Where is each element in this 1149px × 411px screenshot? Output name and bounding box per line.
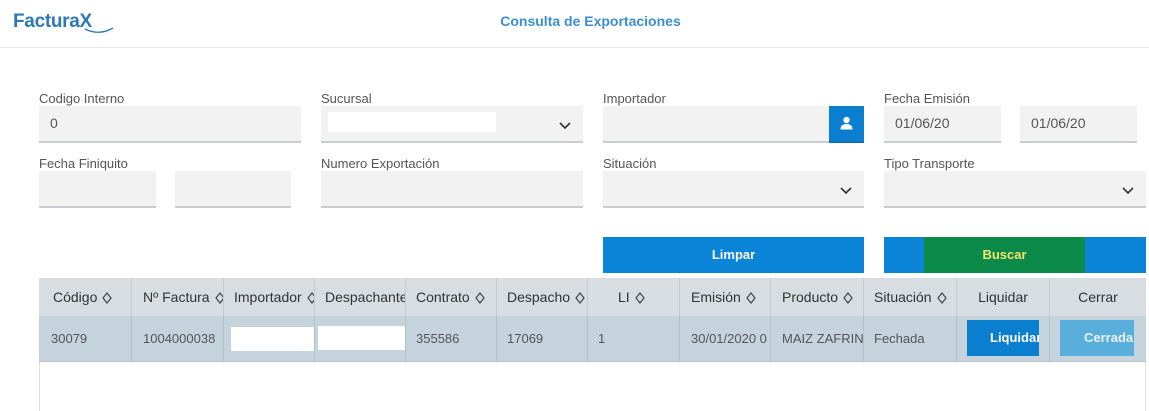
fecha-finiquito-to-input[interactable] <box>175 171 291 208</box>
cell-contrato: 355586 <box>406 316 497 362</box>
fecha-emision-label: Fecha Emisión <box>884 91 970 106</box>
column-header-contrato[interactable]: Contrato <box>406 278 497 316</box>
column-header-situacion[interactable]: Situación <box>864 278 957 316</box>
sort-icon <box>936 292 947 305</box>
numero-exportacion-label: Numero Exportación <box>321 156 440 171</box>
codigo-interno-input[interactable]: 0 <box>39 106 301 143</box>
chevron-down-icon <box>559 122 571 130</box>
cell-importador-value <box>231 327 314 351</box>
fecha-finiquito-label: Fecha Finiquito <box>39 156 128 171</box>
liquidar-button[interactable]: Liquidar <box>967 320 1039 356</box>
cell-despachante <box>315 316 406 362</box>
importador-label: Importador <box>603 91 666 106</box>
cell-despachante-value <box>318 326 405 350</box>
column-header-factura[interactable]: Nº Factura <box>132 278 224 316</box>
codigo-interno-label: Codigo Interno <box>39 91 125 106</box>
sort-icon <box>843 292 853 305</box>
cerrada-button[interactable]: Cerrada <box>1060 320 1134 356</box>
sucursal-selected-value <box>328 112 496 132</box>
numero-exportacion-input[interactable] <box>321 171 583 208</box>
cell-codigo: 30079 <box>39 316 132 362</box>
column-header-emision[interactable]: Emisión <box>680 278 771 316</box>
fecha-emision-from-input[interactable]: 01/06/20 <box>884 106 1001 143</box>
sucursal-select[interactable] <box>321 106 583 143</box>
column-header-despachante[interactable]: Despachante <box>315 278 406 316</box>
situacion-select[interactable] <box>603 171 864 208</box>
column-header-importador[interactable]: Importador <box>224 278 315 316</box>
sort-icon <box>306 292 314 305</box>
importador-input[interactable] <box>603 106 829 143</box>
fecha-emision-to-input[interactable]: 01/06/20 <box>1020 106 1137 143</box>
buscar-button[interactable]: Buscar <box>924 237 1085 273</box>
chevron-down-icon <box>840 187 852 195</box>
sort-icon <box>214 292 223 305</box>
column-header-li[interactable]: LI <box>588 278 680 316</box>
person-icon <box>840 116 853 130</box>
cell-li: 1 <box>588 316 680 362</box>
column-header-codigo[interactable]: Código <box>39 278 132 316</box>
sort-icon <box>474 292 485 305</box>
fecha-finiquito-from-input[interactable] <box>39 171 156 208</box>
limpar-button[interactable]: Limpar <box>603 237 864 273</box>
importador-search-button[interactable] <box>829 106 864 143</box>
column-header-cerrar: Cerrar <box>1078 289 1118 305</box>
cell-producto: MAIZ ZAFRIN <box>771 316 864 362</box>
page-title: Consulta de Exportaciones <box>500 13 681 29</box>
chevron-down-icon <box>1122 187 1134 195</box>
cell-despacho: 17069 <box>497 316 588 362</box>
column-header-despacho[interactable]: Despacho <box>497 278 588 316</box>
tipo-transporte-select[interactable] <box>884 171 1146 208</box>
sort-icon <box>575 292 585 305</box>
sort-icon <box>746 292 756 305</box>
cell-factura: 1004000038 <box>132 316 224 362</box>
sort-icon <box>102 292 113 305</box>
cell-emision: 30/01/2020 0 <box>680 316 771 362</box>
column-header-producto[interactable]: Producto <box>771 278 864 316</box>
sucursal-label: Sucursal <box>321 91 372 106</box>
cell-importador <box>224 316 315 362</box>
situacion-label: Situación <box>603 156 657 171</box>
top-bar: FacturaX Consulta de Exportaciones <box>0 0 1149 48</box>
tipo-transporte-label: Tipo Transporte <box>884 156 975 171</box>
column-header-liquidar: Liquidar <box>957 278 1050 316</box>
sort-icon <box>634 292 645 305</box>
cell-situacion: Fechada <box>864 316 957 362</box>
